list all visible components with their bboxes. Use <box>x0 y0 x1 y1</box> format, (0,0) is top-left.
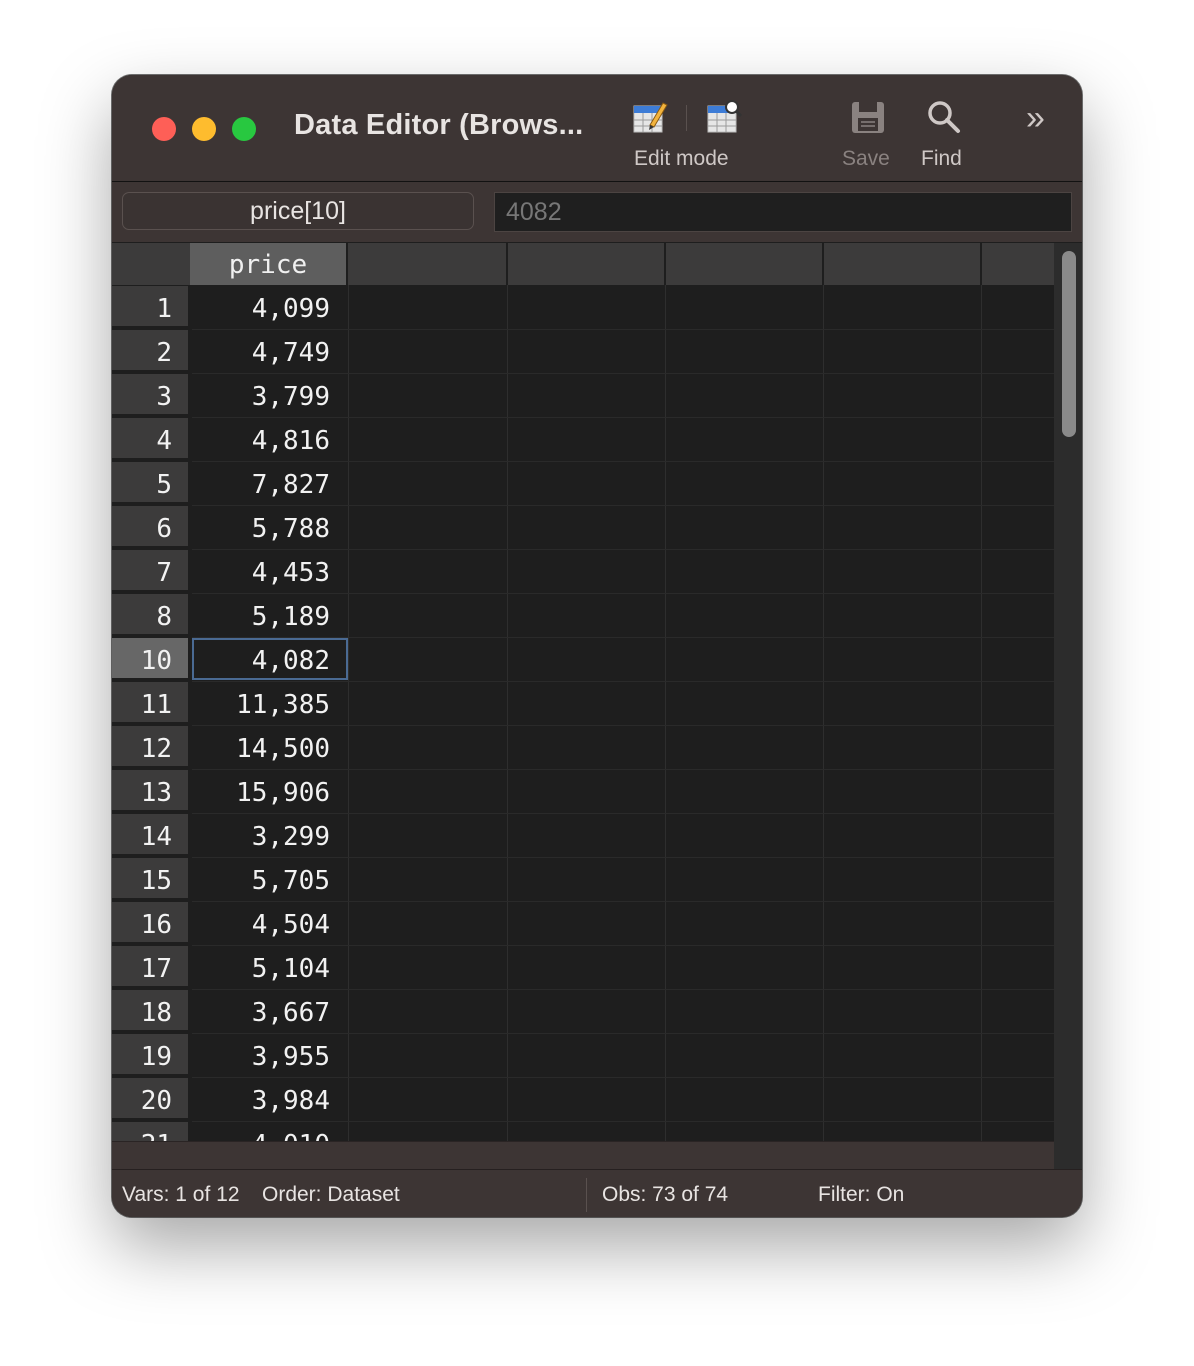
table-row[interactable]: 11 11,385 <box>112 682 1054 726</box>
row-number[interactable]: 21 <box>112 1122 188 1141</box>
row-number[interactable]: 2 <box>112 330 188 372</box>
column-header-empty[interactable] <box>508 243 666 285</box>
row-number[interactable]: 19 <box>112 1034 188 1076</box>
status-separator <box>586 1178 587 1212</box>
row-number[interactable]: 8 <box>112 594 188 636</box>
column-header-price[interactable]: price <box>190 243 348 285</box>
table-row-selected[interactable]: 10 4,082 <box>112 638 1054 682</box>
price-cell[interactable]: 14,500 <box>192 726 348 770</box>
table-row[interactable]: 15 5,705 <box>112 858 1054 902</box>
status-obs: Obs: 73 of 74 <box>602 1183 729 1206</box>
horizontal-scrollbar[interactable] <box>112 1141 1054 1170</box>
price-cell[interactable]: 5,705 <box>192 858 348 902</box>
row-number[interactable]: 11 <box>112 682 188 724</box>
table-row[interactable]: 18 3,667 <box>112 990 1054 1034</box>
grid-rows: 1 4,099 2 4,749 3 3,799 4 4,816 5 7,827 6 5,78… <box>112 286 1054 1141</box>
toolbar-separator <box>686 105 687 131</box>
row-number[interactable]: 6 <box>112 506 188 548</box>
price-cell[interactable]: 5,189 <box>192 594 348 638</box>
cell-bar: price[10] 4082 <box>112 182 1082 242</box>
find-button-label[interactable]: Find <box>921 147 962 171</box>
corner-cell[interactable] <box>112 243 192 285</box>
column-header-empty[interactable] <box>982 243 1054 285</box>
row-number[interactable]: 17 <box>112 946 188 988</box>
vertical-scrollbar-thumb[interactable] <box>1062 251 1076 437</box>
row-number[interactable]: 15 <box>112 858 188 900</box>
table-row[interactable]: 6 5,788 <box>112 506 1054 550</box>
column-header-row: price <box>112 243 1054 285</box>
price-cell[interactable]: 4,749 <box>192 330 348 374</box>
row-number[interactable]: 18 <box>112 990 188 1032</box>
price-cell[interactable]: 7,827 <box>192 462 348 506</box>
zoom-button[interactable] <box>232 117 256 141</box>
edit-mode-icon[interactable] <box>632 99 668 135</box>
table-row[interactable]: 14 3,299 <box>112 814 1054 858</box>
table-row[interactable]: 12 14,500 <box>112 726 1054 770</box>
price-cell[interactable]: 5,104 <box>192 946 348 990</box>
row-number[interactable]: 5 <box>112 462 188 504</box>
table-row[interactable]: 20 3,984 <box>112 1078 1054 1122</box>
price-cell[interactable]: 3,984 <box>192 1078 348 1122</box>
table-row[interactable]: 13 15,906 <box>112 770 1054 814</box>
column-header-empty[interactable] <box>348 243 508 285</box>
table-row[interactable]: 214,010 <box>112 1122 1054 1141</box>
variable-reference-field[interactable]: price[10] <box>122 192 474 230</box>
price-cell[interactable]: 4,816 <box>192 418 348 462</box>
status-vars: Vars: 1 of 12 <box>122 1183 240 1206</box>
price-cell[interactable]: 3,667 <box>192 990 348 1034</box>
price-cell[interactable]: 5,788 <box>192 506 348 550</box>
save-button-label[interactable]: Save <box>842 147 890 171</box>
row-number[interactable]: 14 <box>112 814 188 856</box>
status-filter: Filter: On <box>818 1183 905 1206</box>
row-number[interactable]: 7 <box>112 550 188 592</box>
row-number[interactable]: 1 <box>112 286 188 328</box>
minimize-button[interactable] <box>192 117 216 141</box>
price-cell[interactable]: 4,010 <box>192 1122 348 1141</box>
toolbar-overflow-chevron-icon[interactable]: » <box>1026 101 1045 135</box>
price-cell[interactable]: 15,906 <box>192 770 348 814</box>
window-title: Data Editor (Brows... <box>294 109 584 141</box>
row-number[interactable]: 16 <box>112 902 188 944</box>
row-number[interactable]: 4 <box>112 418 188 460</box>
row-number[interactable]: 20 <box>112 1078 188 1120</box>
vertical-scrollbar[interactable] <box>1054 243 1082 1141</box>
table-row[interactable]: 19 3,955 <box>112 1034 1054 1078</box>
title-bar: Data Editor (Brows... Edit mode Save Fin… <box>112 75 1082 182</box>
table-row[interactable]: 2 4,749 <box>112 330 1054 374</box>
close-button[interactable] <box>152 117 176 141</box>
save-icon[interactable] <box>850 99 886 135</box>
status-bar: Vars: 1 of 12 Order: Dataset Obs: 73 of … <box>112 1169 1082 1217</box>
status-order: Order: Dataset <box>262 1183 400 1206</box>
row-number[interactable]: 12 <box>112 726 188 768</box>
row-number[interactable]: 10 <box>112 638 188 680</box>
table-row[interactable]: 7 4,453 <box>112 550 1054 594</box>
price-cell[interactable]: 3,799 <box>192 374 348 418</box>
table-row[interactable]: 1 4,099 <box>112 286 1054 330</box>
price-cell[interactable]: 3,955 <box>192 1034 348 1078</box>
selected-price-cell[interactable]: 4,082 <box>192 638 348 680</box>
column-header-empty[interactable] <box>824 243 982 285</box>
row-number[interactable]: 13 <box>112 770 188 812</box>
price-cell[interactable]: 4,504 <box>192 902 348 946</box>
find-icon[interactable] <box>926 99 962 135</box>
column-header-empty[interactable] <box>666 243 824 285</box>
table-row[interactable]: 17 5,104 <box>112 946 1054 990</box>
table-row[interactable]: 16 4,504 <box>112 902 1054 946</box>
data-grid[interactable]: price 1 4,099 2 4,749 3 3,799 4 4,816 5 7,827… <box>112 243 1054 1141</box>
browse-mode-icon[interactable] <box>706 99 743 135</box>
table-row[interactable]: 8 5,189 <box>112 594 1054 638</box>
price-cell[interactable]: 11,385 <box>192 682 348 726</box>
row-number[interactable]: 3 <box>112 374 188 416</box>
table-row[interactable]: 3 3,799 <box>112 374 1054 418</box>
table-row[interactable]: 5 7,827 <box>112 462 1054 506</box>
table-row[interactable]: 4 4,816 <box>112 418 1054 462</box>
price-cell[interactable]: 4,453 <box>192 550 348 594</box>
price-cell[interactable]: 4,099 <box>192 286 348 330</box>
edit-mode-label[interactable]: Edit mode <box>634 147 729 171</box>
cell-value-field[interactable]: 4082 <box>494 192 1072 232</box>
price-cell[interactable]: 3,299 <box>192 814 348 858</box>
scrollbar-corner <box>1054 1141 1082 1169</box>
data-editor-window: Data Editor (Brows... Edit mode Save Fin… <box>112 75 1082 1217</box>
